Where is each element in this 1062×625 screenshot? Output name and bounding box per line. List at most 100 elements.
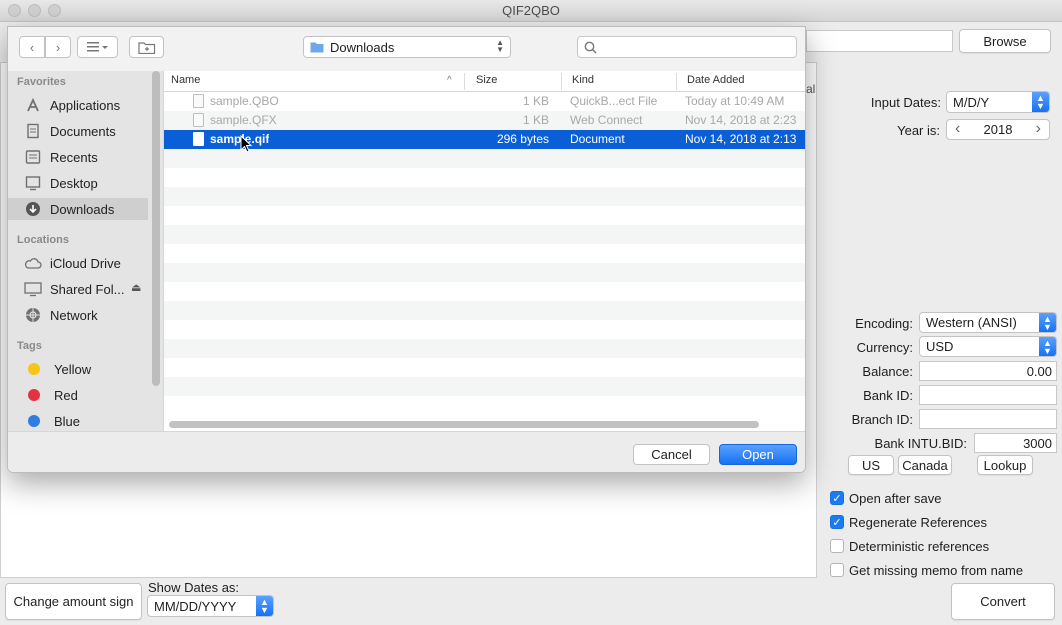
- lookup-button[interactable]: Lookup: [977, 455, 1033, 475]
- show-dates-select[interactable]: MM/DD/YYYY ▲ ▼: [147, 595, 274, 617]
- encoding-value: Western (ANSI): [926, 315, 1017, 330]
- chevron-updown-icon: ▲ ▼: [1039, 337, 1056, 356]
- sidebar-item-network[interactable]: Network: [8, 304, 148, 326]
- window-title: QIF2QBO: [502, 3, 560, 18]
- missing-memo-checkbox[interactable]: [830, 563, 844, 577]
- chevron-updown-icon: ▲ ▼: [496, 38, 504, 54]
- qbo-file-icon: [193, 94, 204, 108]
- file-size: 1 KB: [522, 113, 549, 127]
- regenerate-references-label: Regenerate References: [849, 514, 988, 530]
- document-file-icon: [193, 132, 204, 146]
- empty-row: [164, 301, 805, 320]
- file-row-sample-qbo[interactable]: sample.QBO 1 KB QuickB...ect File Today …: [164, 92, 805, 111]
- input-dates-label: Input Dates:: [870, 95, 941, 110]
- sidebar-item-tag-blue[interactable]: Blue: [8, 410, 148, 432]
- deterministic-references-checkbox[interactable]: [830, 539, 844, 553]
- browse-button[interactable]: Browse: [959, 29, 1051, 53]
- year-stepper[interactable]: ‹ 2018 ›: [946, 119, 1050, 140]
- new-folder-button[interactable]: [129, 36, 164, 58]
- sidebar-item-label: Desktop: [50, 175, 98, 191]
- chevron-updown-icon: ▲ ▼: [1032, 92, 1049, 112]
- canada-button[interactable]: Canada: [898, 455, 952, 475]
- view-options-button[interactable]: [77, 36, 118, 58]
- open-after-save-checkbox[interactable]: ✓: [830, 491, 844, 505]
- missing-memo-option[interactable]: Get missing memo from name: [830, 559, 1060, 581]
- regenerate-references-checkbox[interactable]: ✓: [830, 515, 844, 529]
- sidebar-item-desktop[interactable]: Desktop: [8, 172, 148, 194]
- chevron-updown-icon: ▲ ▼: [256, 596, 273, 616]
- search-icon: [584, 41, 597, 54]
- search-input[interactable]: [602, 37, 782, 55]
- mouse-cursor-icon: [240, 135, 253, 153]
- currency-label: Currency:: [856, 340, 913, 355]
- column-divider[interactable]: [561, 73, 562, 90]
- branch-id-input[interactable]: [919, 409, 1057, 429]
- sidebar-item-documents[interactable]: Documents: [8, 120, 148, 142]
- locations-heading: Locations: [17, 234, 69, 246]
- regenerate-references-option[interactable]: ✓ Regenerate References: [830, 511, 1060, 533]
- sidebar-item-icloud-drive[interactable]: iCloud Drive: [8, 252, 148, 274]
- sidebar-item-shared-folder[interactable]: Shared Fol... ⏏: [8, 278, 163, 300]
- year-value: 2018: [983, 122, 1013, 137]
- cloud-icon: [24, 255, 42, 271]
- encoding-label: Encoding:: [855, 316, 913, 331]
- folder-icon: [310, 42, 324, 53]
- year-label: Year is:: [897, 123, 940, 138]
- file-row-sample-qfx[interactable]: sample.QFX 1 KB Web Connect Nov 14, 2018…: [164, 111, 805, 130]
- sidebar-item-label: Recents: [50, 149, 98, 165]
- encoding-select[interactable]: Western (ANSI) ▲ ▼: [919, 312, 1057, 333]
- empty-row: [164, 149, 805, 168]
- horizontal-scrollbar[interactable]: [169, 421, 759, 428]
- sidebar-scrollbar[interactable]: [152, 71, 160, 386]
- bank-id-input[interactable]: [919, 385, 1057, 405]
- column-header-name[interactable]: Name: [171, 74, 200, 86]
- sidebar-item-downloads[interactable]: Downloads: [8, 198, 148, 220]
- file-path-field[interactable]: [806, 30, 953, 52]
- open-after-save-option[interactable]: ✓ Open after save: [830, 487, 1060, 509]
- balance-input[interactable]: 0.00: [919, 361, 1057, 381]
- column-header-date-added[interactable]: Date Added: [687, 74, 745, 86]
- search-field[interactable]: [577, 36, 797, 58]
- desktop-icon: [24, 175, 42, 191]
- us-button[interactable]: US: [848, 455, 894, 475]
- documents-icon: [24, 123, 42, 139]
- bank-intu-bid-input[interactable]: 3000: [974, 433, 1057, 453]
- file-date: Today at 10:49 AM: [685, 94, 785, 108]
- network-icon: [24, 307, 42, 323]
- deterministic-references-option[interactable]: Deterministic references: [830, 535, 1060, 557]
- eject-icon[interactable]: ⏏: [131, 281, 141, 294]
- file-row-sample-qif[interactable]: sample.qif 296 bytes Document Nov 14, 20…: [164, 130, 805, 149]
- year-next-icon[interactable]: ›: [1036, 120, 1041, 138]
- convert-button[interactable]: Convert: [951, 583, 1055, 620]
- location-select[interactable]: Downloads ▲ ▼: [303, 36, 511, 58]
- show-dates-value: MM/DD/YYYY: [154, 598, 237, 614]
- input-dates-select[interactable]: M/D/Y ▲ ▼: [946, 91, 1050, 113]
- open-button[interactable]: Open: [719, 444, 797, 465]
- sort-ascending-icon[interactable]: ^: [447, 75, 452, 86]
- sidebar-item-recents[interactable]: Recents: [8, 146, 148, 168]
- column-divider[interactable]: [464, 73, 465, 90]
- dialog-footer: Cancel Open: [8, 431, 805, 472]
- empty-row: [164, 377, 805, 396]
- column-divider[interactable]: [676, 73, 677, 90]
- sidebar-item-label: Downloads: [50, 201, 115, 217]
- tags-heading: Tags: [17, 340, 42, 352]
- chevron-right-icon: ›: [55, 39, 61, 55]
- location-value: Downloads: [330, 39, 395, 55]
- input-dates-value: M/D/Y: [953, 94, 990, 110]
- back-button[interactable]: ‹: [19, 36, 45, 58]
- sidebar-item-tag-red[interactable]: Red: [8, 384, 148, 406]
- empty-row: [164, 225, 805, 244]
- currency-select[interactable]: USD ▲ ▼: [919, 336, 1057, 357]
- cancel-button[interactable]: Cancel: [633, 444, 710, 465]
- year-prev-icon[interactable]: ‹: [955, 120, 960, 138]
- file-kind: Web Connect: [570, 113, 643, 127]
- sidebar-item-tag-yellow[interactable]: Yellow: [8, 358, 148, 380]
- change-amount-sign-button[interactable]: Change amount sign: [5, 583, 142, 620]
- sidebar-item-applications[interactable]: Applications: [8, 94, 148, 116]
- forward-button[interactable]: ›: [45, 36, 71, 58]
- column-header-size[interactable]: Size: [476, 74, 497, 86]
- column-header-kind[interactable]: Kind: [572, 74, 594, 86]
- open-after-save-label: Open after save: [849, 490, 942, 506]
- downloads-icon: [24, 201, 42, 217]
